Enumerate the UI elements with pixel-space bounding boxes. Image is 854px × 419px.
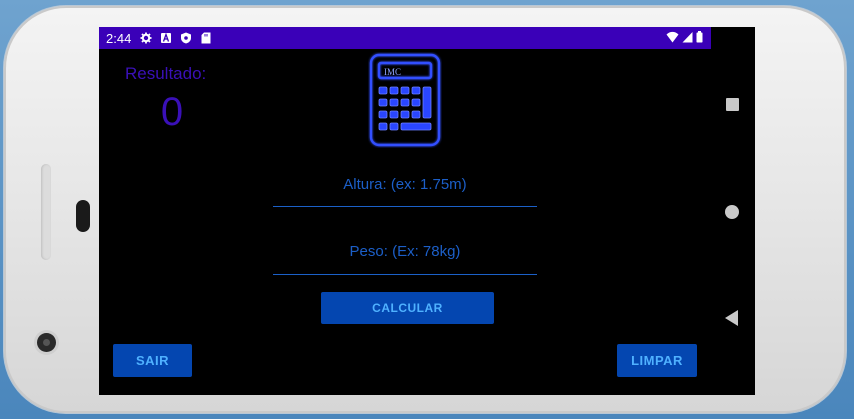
sensor-pill bbox=[76, 200, 90, 232]
home-icon[interactable] bbox=[725, 205, 739, 219]
a-icon bbox=[161, 32, 172, 43]
shield-icon bbox=[181, 32, 192, 44]
status-bar: 2:44 bbox=[99, 27, 711, 49]
weight-input[interactable]: Peso: (Ex: 78kg) bbox=[273, 243, 537, 275]
signal-icon bbox=[682, 32, 693, 43]
calculator-icon-label: IMC bbox=[384, 67, 401, 77]
result-value: 0 bbox=[160, 90, 184, 134]
wifi-icon bbox=[666, 31, 679, 43]
clear-button[interactable]: LIMPAR bbox=[617, 344, 697, 377]
navigation-bar bbox=[711, 49, 755, 395]
exit-button[interactable]: SAIR bbox=[113, 344, 192, 377]
calculate-button[interactable]: CALCULAR bbox=[321, 292, 494, 324]
status-time: 2:44 bbox=[106, 30, 132, 46]
calculator-icon: IMC bbox=[369, 53, 441, 147]
recents-icon[interactable] bbox=[726, 98, 739, 111]
speaker-slot bbox=[41, 164, 51, 260]
sd-card-icon bbox=[201, 32, 211, 44]
back-icon[interactable] bbox=[725, 310, 738, 326]
height-input[interactable]: Altura: (ex: 1.75m) bbox=[273, 176, 537, 207]
result-label: Resultado: bbox=[125, 64, 207, 83]
settings-icon bbox=[140, 32, 152, 44]
device-screen: 2:44 Resultado: 0 IMC Altura: (ex: 1.75m… bbox=[99, 27, 755, 395]
front-camera bbox=[37, 333, 56, 352]
battery-icon bbox=[696, 31, 703, 43]
